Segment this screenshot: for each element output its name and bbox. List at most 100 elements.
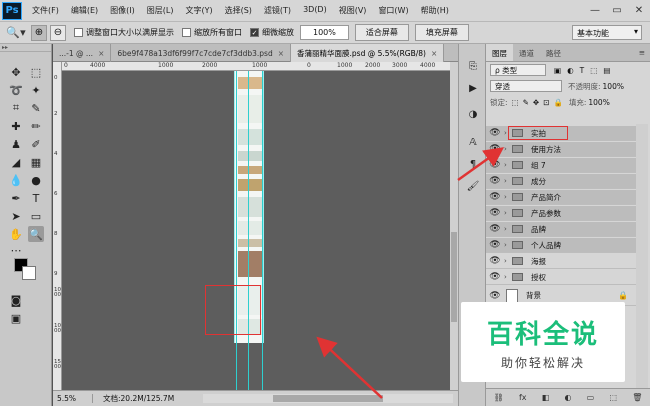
lock-all-icon[interactable]: 🔒 bbox=[554, 98, 563, 107]
eye-icon[interactable]: 👁 bbox=[486, 224, 504, 234]
lock-artboard-icon[interactable]: ⊡ bbox=[543, 98, 549, 107]
filter-type-icon[interactable]: T bbox=[580, 66, 585, 75]
horizontal-scrollbar[interactable] bbox=[203, 394, 453, 403]
fill-value[interactable]: 100% bbox=[588, 98, 609, 107]
eye-icon[interactable]: 👁 bbox=[486, 256, 504, 266]
zoom-value-button[interactable]: 100% bbox=[300, 25, 349, 40]
chevron-right-icon[interactable]: › bbox=[504, 257, 512, 265]
fit-screen-button[interactable]: 适合屏幕 bbox=[354, 24, 409, 41]
close-icon[interactable]: × bbox=[431, 49, 437, 58]
layer-group[interactable]: 👁 › 授权 bbox=[486, 270, 636, 285]
type-tool-icon[interactable]: T bbox=[28, 190, 44, 206]
lock-brush-icon[interactable]: ✎ bbox=[523, 98, 529, 107]
clone-stamp-icon[interactable]: ♟ bbox=[8, 136, 24, 152]
tab-layers[interactable]: 图层 bbox=[486, 44, 513, 61]
menu-edit[interactable]: 编辑(E) bbox=[71, 5, 98, 16]
scrubby-zoom-checkbox[interactable]: ✓ 细微缩放 bbox=[250, 27, 294, 38]
adjustments-panel-icon[interactable]: ◑ bbox=[465, 106, 481, 122]
guide-line[interactable] bbox=[262, 71, 263, 390]
crop-tool-icon[interactable]: ⌗ bbox=[8, 100, 24, 116]
actions-panel-icon[interactable]: ▶ bbox=[465, 80, 481, 96]
add-mask-icon[interactable]: ◧ bbox=[542, 393, 550, 402]
move-tool-icon[interactable]: ✥ bbox=[8, 64, 24, 80]
menu-type[interactable]: 文字(Y) bbox=[185, 5, 212, 16]
menu-window[interactable]: 窗口(W) bbox=[378, 5, 408, 16]
minimize-button[interactable]: — bbox=[584, 5, 606, 16]
chevron-right-icon[interactable]: › bbox=[504, 177, 512, 185]
chevron-right-icon[interactable]: › bbox=[504, 209, 512, 217]
vertical-scrollbar[interactable] bbox=[450, 62, 458, 390]
tab-paths[interactable]: 路径 bbox=[540, 44, 567, 61]
magic-wand-icon[interactable]: ✦ bbox=[28, 82, 44, 98]
tab-document-1[interactable]: ...-1 @ ... × bbox=[53, 44, 112, 62]
guide-line[interactable] bbox=[236, 71, 237, 390]
screen-mode-icon[interactable]: ▣ bbox=[8, 310, 24, 326]
zoom-tool-icon[interactable]: 🔍 bbox=[28, 226, 44, 242]
layers-scrollbar[interactable] bbox=[636, 124, 648, 389]
eye-icon[interactable]: 👁 bbox=[486, 291, 504, 301]
layer-group[interactable]: 👁 › 个人品牌 bbox=[486, 238, 636, 253]
menu-help[interactable]: 帮助(H) bbox=[421, 5, 449, 16]
chevron-right-icon[interactable]: › bbox=[504, 225, 512, 233]
chevron-right-icon[interactable]: › bbox=[504, 241, 512, 249]
brush-panel-icon[interactable]: 🖌 bbox=[465, 178, 481, 194]
fill-screen-button[interactable]: 填充屏幕 bbox=[414, 24, 469, 41]
chevron-right-icon[interactable]: › bbox=[504, 193, 512, 201]
blend-mode-select[interactable]: 穿透 bbox=[490, 80, 562, 92]
marquee-tool-icon[interactable]: ⬚ bbox=[28, 64, 44, 80]
delete-layer-icon[interactable]: 🗑 bbox=[632, 393, 642, 402]
character-panel-icon[interactable]: 𝔸 bbox=[465, 134, 481, 150]
adjustment-layer-icon[interactable]: ◐ bbox=[564, 393, 571, 402]
filter-shape-icon[interactable]: ⬚ bbox=[590, 66, 597, 75]
lock-move-icon[interactable]: ✥ bbox=[533, 98, 539, 107]
eyedropper-icon[interactable]: ✎ bbox=[28, 100, 44, 116]
chevron-right-icon[interactable]: › bbox=[504, 145, 512, 153]
layer-group[interactable]: 👁 › 使用方法 bbox=[486, 142, 636, 157]
zoom-out-icon[interactable]: ⊖ bbox=[50, 24, 66, 41]
new-layer-icon[interactable]: ⬚ bbox=[609, 393, 617, 402]
scrollbar-thumb[interactable] bbox=[273, 395, 383, 402]
layer-group[interactable]: 👁 › 品牌 bbox=[486, 222, 636, 237]
dodge-tool-icon[interactable]: ● bbox=[28, 172, 44, 188]
layer-group[interactable]: 👁 › 组 7 bbox=[486, 158, 636, 173]
hand-tool-icon[interactable]: ✋ bbox=[8, 226, 24, 242]
close-icon[interactable]: × bbox=[98, 49, 104, 58]
link-layers-icon[interactable]: ⛓ bbox=[494, 393, 504, 402]
menu-select[interactable]: 选择(S) bbox=[225, 5, 252, 16]
eye-icon[interactable]: 👁 bbox=[486, 176, 504, 186]
quick-mask-icon[interactable]: ◙ bbox=[8, 292, 24, 308]
brush-tool-icon[interactable]: ✏ bbox=[28, 118, 44, 134]
path-selection-icon[interactable]: ➤ bbox=[8, 208, 24, 224]
history-panel-icon[interactable]: ⎘ bbox=[465, 58, 481, 74]
eye-icon[interactable]: 👁 bbox=[486, 144, 504, 154]
layer-group[interactable]: 👁 › 成分 bbox=[486, 174, 636, 189]
eraser-icon[interactable]: ◢ bbox=[8, 154, 24, 170]
menu-image[interactable]: 图像(I) bbox=[110, 5, 135, 16]
eye-icon[interactable]: 👁 bbox=[486, 208, 504, 218]
filter-image-icon[interactable]: ▣ bbox=[554, 66, 561, 75]
layer-group[interactable]: 👁 › 产品参数 bbox=[486, 206, 636, 221]
eye-icon[interactable]: 👁 bbox=[486, 240, 504, 250]
layer-style-icon[interactable]: fx bbox=[519, 393, 527, 402]
canvas-area[interactable] bbox=[62, 71, 450, 390]
maximize-button[interactable]: ▭ bbox=[606, 5, 628, 16]
zoom-tool-preset-icon[interactable]: 🔍▾ bbox=[4, 25, 28, 41]
panel-grip[interactable]: ▸▸ bbox=[0, 44, 51, 52]
eye-icon[interactable]: 👁 bbox=[486, 192, 504, 202]
healing-brush-icon[interactable]: ✚ bbox=[8, 118, 24, 134]
gradient-icon[interactable]: ▦ bbox=[28, 154, 44, 170]
guide-line[interactable] bbox=[248, 71, 249, 390]
menu-3d[interactable]: 3D(D) bbox=[303, 5, 327, 16]
chevron-right-icon[interactable]: › bbox=[504, 273, 512, 281]
menu-view[interactable]: 视图(V) bbox=[339, 5, 367, 16]
eye-icon[interactable]: 👁 bbox=[486, 128, 504, 138]
filter-kind-select[interactable]: ρ 类型 bbox=[490, 64, 546, 76]
tab-document-3[interactable]: 香蒲丽精华面膜.psd @ 5.5%(RGB/8) × bbox=[291, 44, 445, 62]
filter-adjustment-icon[interactable]: ◐ bbox=[567, 66, 574, 75]
new-group-icon[interactable]: ▭ bbox=[587, 393, 595, 402]
lasso-tool-icon[interactable]: ➰ bbox=[8, 82, 24, 98]
tab-document-2[interactable]: 6be9f478a13df6f99f7c7cde7cf3ddb3.psd × bbox=[111, 44, 292, 62]
lock-pixels-icon[interactable]: ⬚ bbox=[512, 98, 519, 107]
zoom-all-checkbox[interactable]: 缩放所有窗口 bbox=[182, 27, 242, 38]
blur-tool-icon[interactable]: 💧 bbox=[8, 172, 24, 188]
